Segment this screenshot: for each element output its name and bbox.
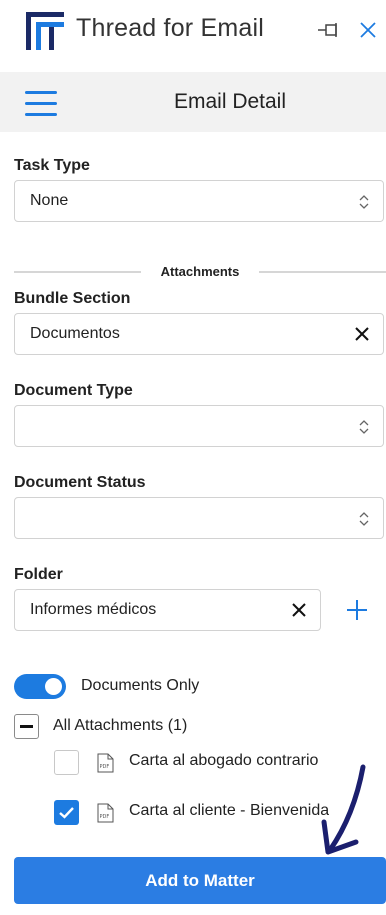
- all-attachments-checkbox[interactable]: [14, 714, 39, 739]
- attachments-divider-label: Attachments: [160, 264, 240, 279]
- clear-icon[interactable]: [354, 326, 370, 342]
- checkmark-icon: [59, 807, 74, 819]
- bundle-section-field[interactable]: Documentos: [14, 313, 384, 355]
- thread-logo-icon: [26, 12, 64, 50]
- pdf-file-icon: PDF: [97, 753, 114, 773]
- document-type-select[interactable]: [14, 405, 384, 447]
- attachment-name: Carta al cliente - Bienvenida: [129, 802, 329, 819]
- attachment-checkbox-checked[interactable]: [54, 800, 79, 825]
- app-title: Thread for Email: [76, 14, 264, 42]
- all-attachments-label: All Attachments (1): [53, 717, 188, 734]
- toggle-knob: [45, 678, 62, 695]
- arrow-annotation-icon: [321, 764, 366, 855]
- documents-only-toggle[interactable]: [14, 674, 66, 699]
- title-bar: Thread for Email: [0, 0, 386, 73]
- documents-only-label: Documents Only: [81, 677, 200, 694]
- bundle-section-value: Documentos: [30, 325, 120, 342]
- chevron-updown-icon: [359, 195, 369, 209]
- chevron-updown-icon: [359, 512, 369, 526]
- attachment-checkbox[interactable]: [54, 750, 79, 775]
- divider-line-right: [259, 271, 386, 273]
- bundle-section-label: Bundle Section: [14, 290, 131, 307]
- document-status-select[interactable]: [14, 497, 384, 539]
- add-folder-icon[interactable]: [346, 599, 368, 621]
- clear-icon[interactable]: [291, 602, 307, 618]
- folder-value: Informes médicos: [30, 601, 157, 618]
- pin-icon[interactable]: [316, 20, 342, 40]
- task-type-value: None: [30, 192, 69, 209]
- folder-label: Folder: [14, 566, 63, 583]
- folder-field[interactable]: Informes médicos: [14, 589, 321, 631]
- pdf-file-icon: PDF: [97, 803, 114, 823]
- hamburger-menu-icon[interactable]: [25, 91, 57, 116]
- document-status-label: Document Status: [14, 474, 146, 491]
- attachment-name: Carta al abogado contrario: [129, 752, 319, 769]
- document-type-label: Document Type: [14, 382, 133, 399]
- svg-text:PDF: PDF: [100, 814, 110, 820]
- page-title: Email Detail: [173, 90, 287, 113]
- add-to-matter-button[interactable]: Add to Matter: [14, 857, 386, 904]
- svg-text:PDF: PDF: [100, 764, 110, 770]
- task-type-label: Task Type: [14, 157, 90, 174]
- divider-line-left: [14, 271, 141, 273]
- task-type-select[interactable]: None: [14, 180, 384, 222]
- chevron-updown-icon: [359, 420, 369, 434]
- close-icon[interactable]: [358, 20, 378, 40]
